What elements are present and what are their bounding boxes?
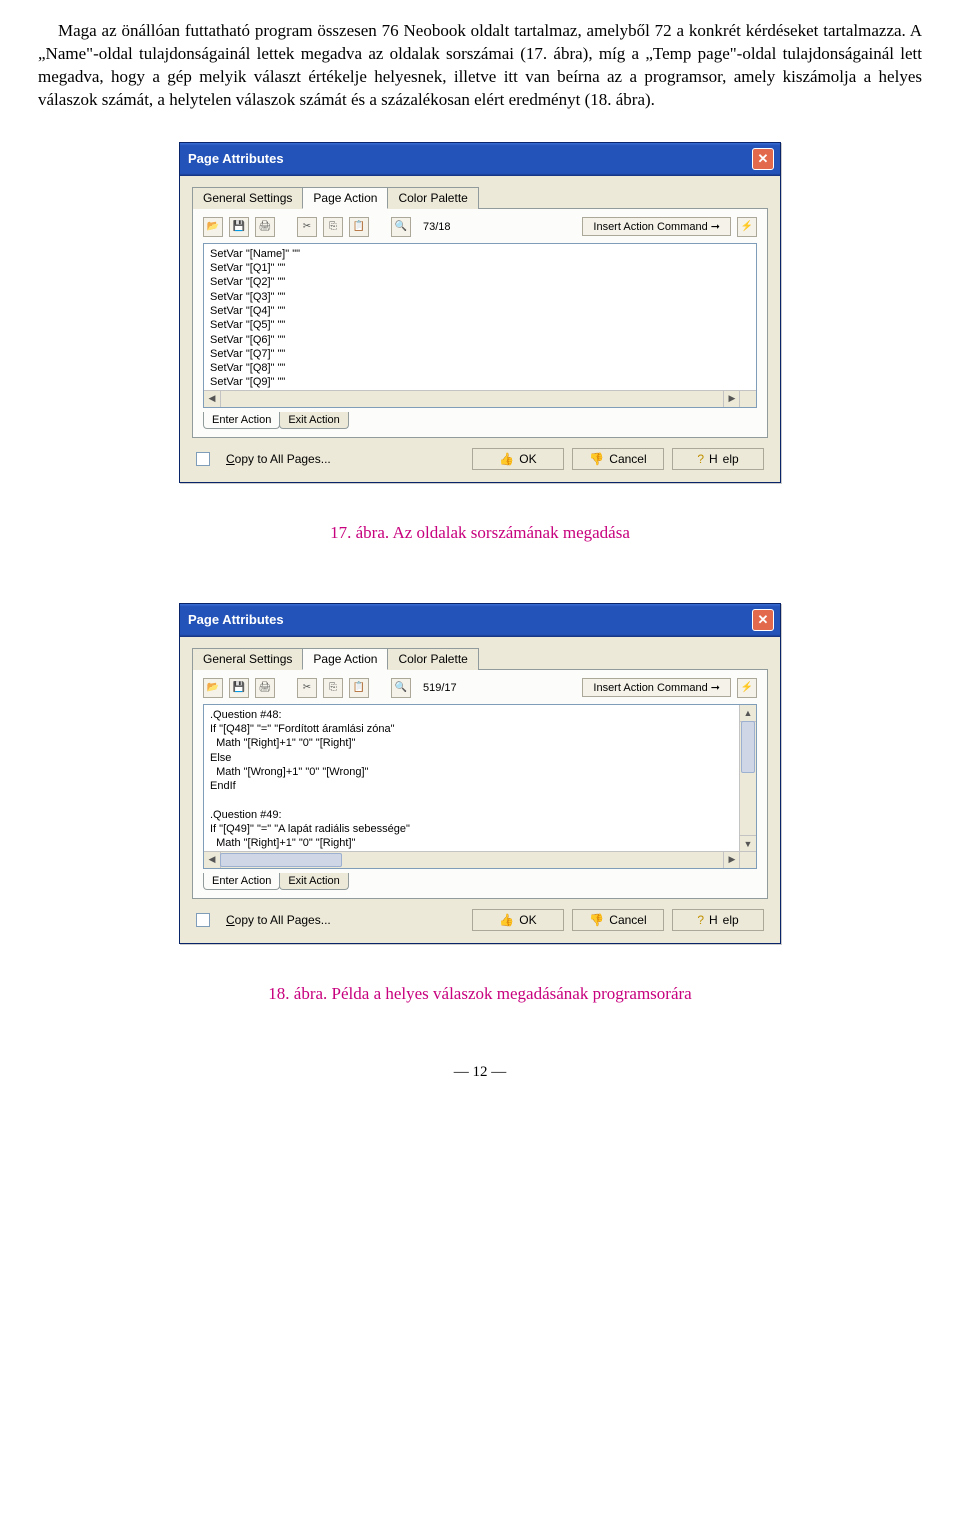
insert-action-button[interactable]: Insert Action Command ➞ xyxy=(582,217,731,236)
copy-icon[interactable]: ⎘ xyxy=(323,217,343,237)
dialog-title: Page Attributes xyxy=(188,151,284,166)
cancel-button[interactable]: 👎Cancel xyxy=(572,909,664,931)
insert-action-button[interactable]: Insert Action Command ➞ xyxy=(582,678,731,697)
help-button[interactable]: ?Help xyxy=(672,909,764,931)
tab-color-palette[interactable]: Color Palette xyxy=(387,648,478,670)
open-icon[interactable]: 📂 xyxy=(203,678,223,698)
toolbar: 📂 💾 🖨 ✂ ⎘ 📋 🔍 73/18 Insert Action Comman… xyxy=(203,217,757,237)
cancel-button[interactable]: 👎Cancel xyxy=(572,448,664,470)
tab-page-action[interactable]: Page Action xyxy=(302,187,388,209)
tab-page-action[interactable]: Page Action xyxy=(302,648,388,670)
main-tabs: General Settings Page Action Color Palet… xyxy=(192,647,768,670)
vertical-scrollbar[interactable]: ▲ ▼ xyxy=(739,705,756,852)
code-editor[interactable]: SetVar "[Name]" "" SetVar "[Q1]" "" SetV… xyxy=(203,243,757,408)
find-icon[interactable]: 🔍 xyxy=(391,217,411,237)
paste-icon[interactable]: 📋 xyxy=(349,678,369,698)
copy-all-link[interactable]: Copy to All Pages... xyxy=(226,913,331,927)
code-content: .Question #48: If "[Q48]" "=" "Fordított… xyxy=(204,705,756,868)
paste-icon[interactable]: 📋 xyxy=(349,217,369,237)
titlebar: Page Attributes ✕ xyxy=(180,604,780,637)
toolbar: 📂 💾 🖨 ✂ ⎘ 📋 🔍 519/17 Insert Action Comma… xyxy=(203,678,757,698)
body-text: Maga az önállóan futtatható program össz… xyxy=(38,21,922,109)
dialog-title: Page Attributes xyxy=(188,612,284,627)
tab-general-settings[interactable]: General Settings xyxy=(192,187,303,209)
horizontal-scrollbar[interactable]: ◀▶ xyxy=(204,851,740,868)
line-counter: 73/18 xyxy=(417,221,457,233)
help-button[interactable]: ?Help xyxy=(672,448,764,470)
subtab-enter-action[interactable]: Enter Action xyxy=(203,412,280,429)
copy-icon[interactable]: ⎘ xyxy=(323,678,343,698)
copy-all-checkbox[interactable] xyxy=(196,452,210,466)
horizontal-scrollbar[interactable]: ◀▶ xyxy=(204,390,740,407)
print-icon[interactable]: 🖨 xyxy=(255,678,275,698)
save-icon[interactable]: 💾 xyxy=(229,217,249,237)
cut-icon[interactable]: ✂ xyxy=(297,217,317,237)
subtab-exit-action[interactable]: Exit Action xyxy=(279,412,348,429)
ok-button[interactable]: 👍OK xyxy=(472,909,564,931)
save-icon[interactable]: 💾 xyxy=(229,678,249,698)
subtab-enter-action[interactable]: Enter Action xyxy=(203,873,280,890)
copy-all-checkbox[interactable] xyxy=(196,913,210,927)
cut-icon[interactable]: ✂ xyxy=(297,678,317,698)
main-tabs: General Settings Page Action Color Palet… xyxy=(192,186,768,209)
page-attributes-dialog-2: Page Attributes ✕ General Settings Page … xyxy=(179,603,781,944)
find-icon[interactable]: 🔍 xyxy=(391,678,411,698)
page-attributes-dialog-1: Page Attributes ✕ General Settings Page … xyxy=(179,142,781,483)
line-counter: 519/17 xyxy=(417,682,463,694)
figure-caption-17: 17. ábra. Az oldalak sorszámának megadás… xyxy=(38,523,922,543)
tab-color-palette[interactable]: Color Palette xyxy=(387,187,478,209)
titlebar: Page Attributes ✕ xyxy=(180,143,780,176)
subtab-exit-action[interactable]: Exit Action xyxy=(279,873,348,890)
tab-general-settings[interactable]: General Settings xyxy=(192,648,303,670)
page-number: — 12 — xyxy=(38,1064,922,1081)
copy-all-link[interactable]: CCopy to All Pages...opy to All Pages... xyxy=(226,452,331,466)
dropdown-icon[interactable]: ⚡ xyxy=(737,217,757,237)
figure-caption-18: 18. ábra. Példa a helyes válaszok megadá… xyxy=(38,984,922,1004)
body-paragraph: Maga az önállóan futtatható program össz… xyxy=(38,20,922,112)
close-icon[interactable]: ✕ xyxy=(752,609,774,631)
close-icon[interactable]: ✕ xyxy=(752,148,774,170)
print-icon[interactable]: 🖨 xyxy=(255,217,275,237)
ok-button[interactable]: 👍OK xyxy=(472,448,564,470)
code-content: SetVar "[Name]" "" SetVar "[Q1]" "" SetV… xyxy=(204,244,756,408)
open-icon[interactable]: 📂 xyxy=(203,217,223,237)
dropdown-icon[interactable]: ⚡ xyxy=(737,678,757,698)
code-editor[interactable]: .Question #48: If "[Q48]" "=" "Fordított… xyxy=(203,704,757,869)
